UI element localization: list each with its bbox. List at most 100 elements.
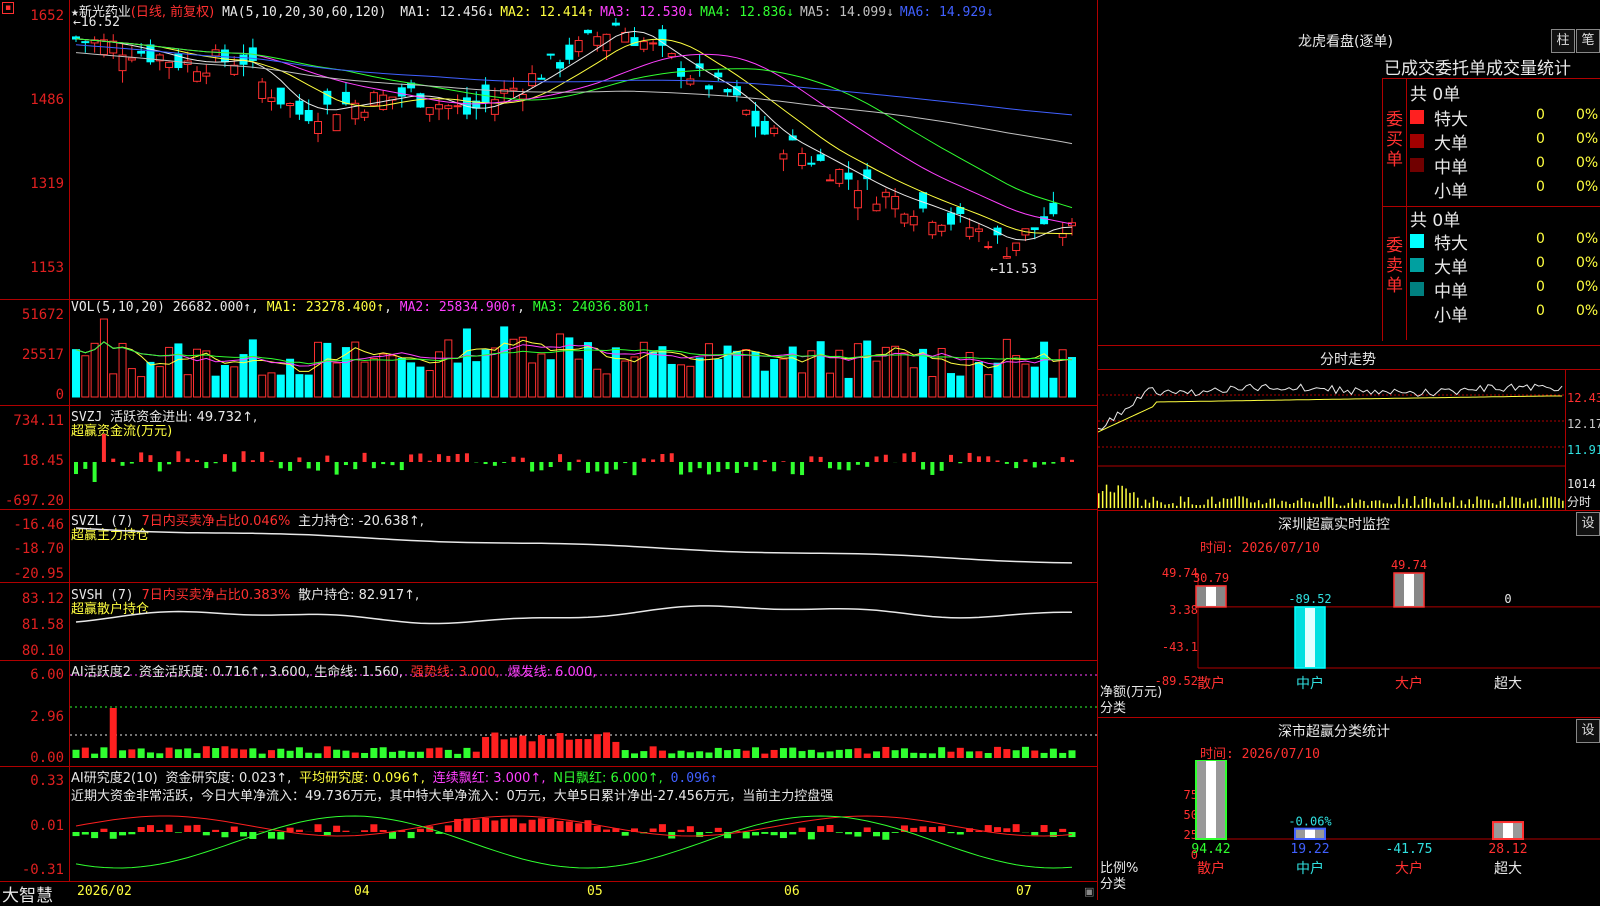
candle-body [296,101,303,114]
candle-body [128,58,135,60]
volume-bar [305,375,312,397]
candle-body [817,155,824,161]
ai-active-bar [138,748,145,758]
svzj-bar [232,462,236,472]
ai-active-bar [920,753,927,758]
intraday-vol-bar [1211,497,1213,508]
main-chart-svg[interactable] [0,0,1098,900]
svzj-bar [670,453,674,462]
svzj-bar [902,453,906,462]
ai-research-bar [1013,824,1020,832]
ai-active-bar [473,752,480,758]
sz-monitor-settings-button[interactable]: 设 [1576,512,1600,536]
candle-body [799,154,806,166]
svzj-bar [307,462,311,468]
ai-research-bar [268,832,275,839]
volume-bar [957,376,964,397]
svzj-bar [102,434,106,462]
tick-mode-button[interactable]: 笔 [1576,29,1600,53]
volume-bar [687,366,694,397]
sz-class-settings-button[interactable]: 设 [1576,719,1600,743]
buy-pct: 0% [1576,131,1598,147]
intraday-vol-bar [1121,486,1123,508]
candle-body [426,108,433,115]
svzj-bar [260,452,264,462]
ai-active-bar [622,750,629,758]
svzj-bar [195,460,199,462]
ai-active-bar [668,753,675,758]
ai-research-bar [370,824,377,832]
sell-swatch [1410,282,1424,296]
ai-active-bar [557,733,564,758]
volume-bar [1050,378,1057,397]
intraday-vol-bar [1375,500,1377,508]
buy-count: 0 [1536,179,1545,195]
ai-active-bar [901,748,908,758]
candle-body [538,78,545,79]
intraday-vol-bar [1527,502,1529,508]
intraday-vol-bar [1562,501,1564,508]
ai-research-bar [678,830,685,832]
buy-pct: 0% [1576,107,1598,123]
ai-research-bar [836,832,843,833]
svzj-bar [1051,462,1055,464]
bar-mode-button[interactable]: 柱 [1551,29,1575,53]
ai-active-bar [799,751,806,758]
sz-class-chart[interactable]: +0.03%94.42散户-0.06%19.22中户-41.75大户28.12超… [1098,760,1600,900]
sz-class-bottom-value: 94.42 [1191,842,1230,857]
ai-active-bar [231,749,238,758]
intraday-vol-bar [1488,500,1490,508]
ai-research-bar [138,827,145,832]
buy-rows: 特大00%大单00%中单00%小单00% [1408,105,1600,201]
intraday-vol-bar [1465,504,1467,508]
candle-body [640,42,647,50]
dragon-tabs[interactable]: 已成交委托单成交量统计 [1384,54,1571,79]
svzj-bar [493,462,497,466]
intraday-chart[interactable] [1098,370,1565,510]
intraday-vol-bar [1192,504,1194,508]
candle-body [1050,203,1057,213]
candle-body [1013,243,1020,250]
sell-row: 大单00% [1408,253,1600,277]
ai-active-bar [315,753,322,758]
volume-bar [612,348,619,397]
intraday-vol-bar [1313,503,1315,508]
candle-body [947,213,954,224]
ai-research-bar [715,828,722,832]
svzj-bar [381,462,385,464]
svzj-bar [781,461,785,462]
sz-monitor-chart[interactable]: 30.79散户-89.52中户49.74大户0超大 [1098,555,1600,715]
volume-bar [82,356,89,397]
intraday-vol-bar [1223,498,1225,508]
intraday-vol-bar [1441,497,1443,508]
svzj-bar [316,462,320,471]
sz-monitor-value-label: 49.74 [1391,558,1427,572]
ai-research-bar [156,830,163,832]
candle-body [333,115,340,131]
intraday-vol-bar [1231,499,1233,508]
ai-research-bar [315,824,322,832]
buy-pct: 0% [1576,179,1598,195]
ai-research-bar [854,832,861,837]
svzj-bar [623,462,627,463]
intraday-avg-line [1098,396,1562,432]
svzj-bar [726,462,730,469]
ai-active-bars [73,708,1076,758]
intraday-vol-bar [1449,503,1451,508]
candle-body [519,94,526,99]
ai-research-bar [826,825,833,832]
svzj-bar [586,462,590,473]
ai-active-bar [538,735,545,758]
svzj-bar [800,462,804,475]
ai-research-bar [622,832,629,836]
ai-research-bar [938,826,945,832]
svzj-bar [595,462,599,471]
ai-research-bar [491,820,498,832]
ai-active-bar [910,753,917,758]
sell-label: 小单 [1434,301,1468,326]
svzj-bar [363,453,367,462]
ai-research-bar [892,832,899,833]
main-chart-area[interactable]: ▪ ★新光药业(日线, 前复权) MA(5,10,20,30,60,120) M… [0,0,1098,900]
intraday-vol-bar [1504,497,1506,508]
sz-monitor-bar-highlight [1305,608,1315,667]
